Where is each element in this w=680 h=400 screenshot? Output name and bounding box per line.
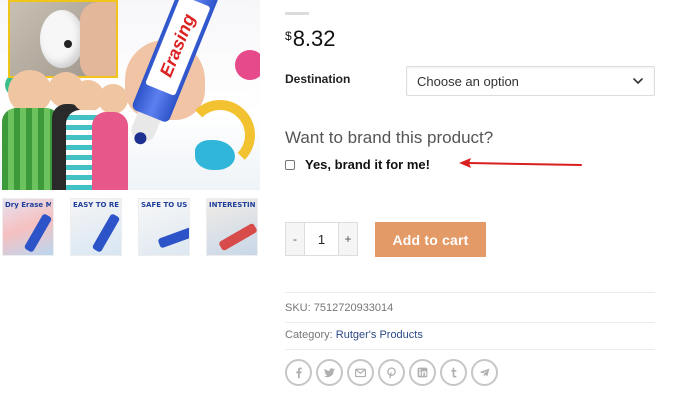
quantity-input[interactable]: 1 bbox=[304, 223, 339, 255]
tumblr-icon[interactable] bbox=[440, 359, 467, 386]
price-value: 8.32 bbox=[292, 26, 336, 51]
brand-checkbox[interactable] bbox=[285, 159, 295, 170]
pinterest-icon[interactable] bbox=[378, 359, 405, 386]
twitter-icon[interactable] bbox=[316, 359, 343, 386]
category-label: Category: bbox=[285, 329, 333, 341]
telegram-icon[interactable] bbox=[471, 359, 498, 386]
sku-label: SKU: bbox=[285, 302, 311, 314]
inset-photo bbox=[8, 0, 118, 78]
share-icons bbox=[285, 359, 502, 386]
brand-question: Want to brand this product? bbox=[285, 128, 494, 147]
sku-line: SKU: 7512720933014 bbox=[285, 302, 393, 314]
category-link[interactable]: Rutger's Products bbox=[336, 329, 423, 341]
title-divider bbox=[285, 12, 309, 15]
category-line: Category: Rutger's Products bbox=[285, 329, 423, 341]
brand-checkbox-label[interactable]: Yes, brand it for me! bbox=[305, 157, 430, 172]
meta-divider bbox=[285, 292, 655, 293]
brand-option: Yes, brand it for me! bbox=[285, 157, 430, 172]
chevron-down-icon bbox=[633, 78, 643, 84]
destination-selected-value: Choose an option bbox=[417, 74, 519, 89]
destination-select[interactable]: Choose an option bbox=[406, 66, 655, 96]
destination-label: Destination bbox=[285, 72, 351, 86]
quantity-plus-button[interactable]: + bbox=[339, 223, 357, 255]
thumbnail-1[interactable]: Dry Erase Marker Pen bbox=[2, 198, 54, 256]
currency-symbol: $ bbox=[285, 29, 292, 43]
paint-splash bbox=[195, 140, 235, 170]
quantity-stepper: - 1 + bbox=[285, 222, 358, 256]
thumbnail-3[interactable]: SAFE TO USE bbox=[138, 198, 190, 256]
child-figure bbox=[98, 84, 128, 114]
meta-divider bbox=[285, 322, 655, 323]
facebook-icon[interactable] bbox=[285, 359, 312, 386]
linkedin-icon[interactable] bbox=[409, 359, 436, 386]
meta-divider bbox=[285, 349, 655, 350]
email-icon[interactable] bbox=[347, 359, 374, 386]
thumbnail-strip: Dry Erase Marker Pen EASY TO REMOVE SAFE… bbox=[0, 198, 260, 258]
product-price: $ 8.32 bbox=[285, 26, 336, 52]
product-main-image[interactable]: Erasing bbox=[0, 0, 260, 190]
add-to-cart-button[interactable]: Add to cart bbox=[375, 222, 486, 257]
thumbnail-4[interactable]: INTERESTING AND FUN bbox=[206, 198, 258, 256]
paint-dot bbox=[235, 50, 260, 80]
thumbnail-2[interactable]: EASY TO REMOVE bbox=[70, 198, 122, 256]
annotation-arrow-icon bbox=[459, 158, 582, 168]
sku-value: 7512720933014 bbox=[313, 302, 394, 314]
quantity-minus-button[interactable]: - bbox=[286, 223, 304, 255]
